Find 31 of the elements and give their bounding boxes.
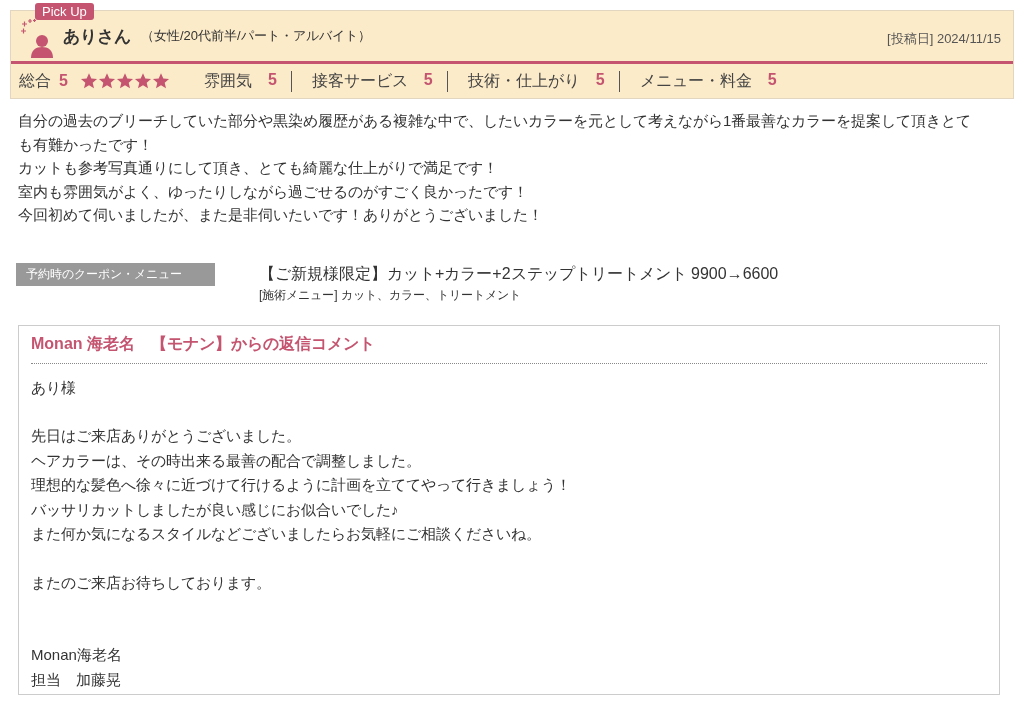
reply-text: またのご来店お待ちしております。 [31,572,272,593]
reply-text: 先日はご来店ありがとうございました。 [31,426,302,446]
rating-score: 5 [423,70,433,90]
review-text: 自分の過去のブリーチしていた部分や黒染め履歴がある複雑な中で、したいカラーを元として考えながら1番最善なカラーを提案して頂きとても有難かったです！ [18,111,973,155]
treatment-menu: [施術メニュー] カット、カラー、トリートメント [259,284,779,305]
rating-score: 5 [595,70,605,90]
posted-date: [投稿日] 2024/11/15 [887,30,1001,48]
rating-label: メニュー・料金 [639,70,752,91]
pickup-badge: Pick Up [35,3,94,20]
rating-score: 5 [267,70,277,90]
rating-label: 雰囲気 [203,70,252,91]
reviewer-profile: （女性/20代前半/パート・アルバイト） [141,27,371,45]
review-text: 今回初めて伺いましたが、また是非伺いたいです！ありがとうございました！ [18,205,544,225]
rating-label: 技術・仕上がり [467,70,580,91]
review-text: カットも参考写真通りにして頂き、とても綺麗な仕上がりで満足です！ [18,158,499,178]
reply-title: Monan 海老名 【モナン】からの返信コメント [31,333,987,364]
rating-score: 5 [59,72,68,90]
reply-text: Monan海老名 [31,645,123,665]
rating-label: 総合 [19,70,51,91]
reviewer-name: ありさん [63,25,131,48]
coupon-name: 【ご新規様限定】カット+カラー+2ステップトリートメント 9900→6600 [259,263,779,284]
reply-text: 担当 加藤晃 [31,669,122,690]
reply-text: あり様 [31,377,77,398]
coupon-label: 予約時のクーポン・メニュー [16,262,215,286]
review-text: 室内も雰囲気がよく、ゆったりしながら過ごせるのがすごく良かったです！ [18,181,529,202]
reply-text: また何か気になるスタイルなどございましたらお気軽にご相談くださいね。 [31,524,542,544]
reply-text: ヘアカラーは、その時出来る最善の配合で調整しました。 [31,450,422,471]
rating-label: 接客サービス [311,70,408,91]
rating-score: 5 [767,70,777,90]
reply-text: バッサリカットしましたが良い感じにお似合いでした♪ [31,499,400,520]
reply-text: 理想的な髪色へ徐々に近づけて行けるように計画を立ててやって行きましょう！ [31,475,572,495]
